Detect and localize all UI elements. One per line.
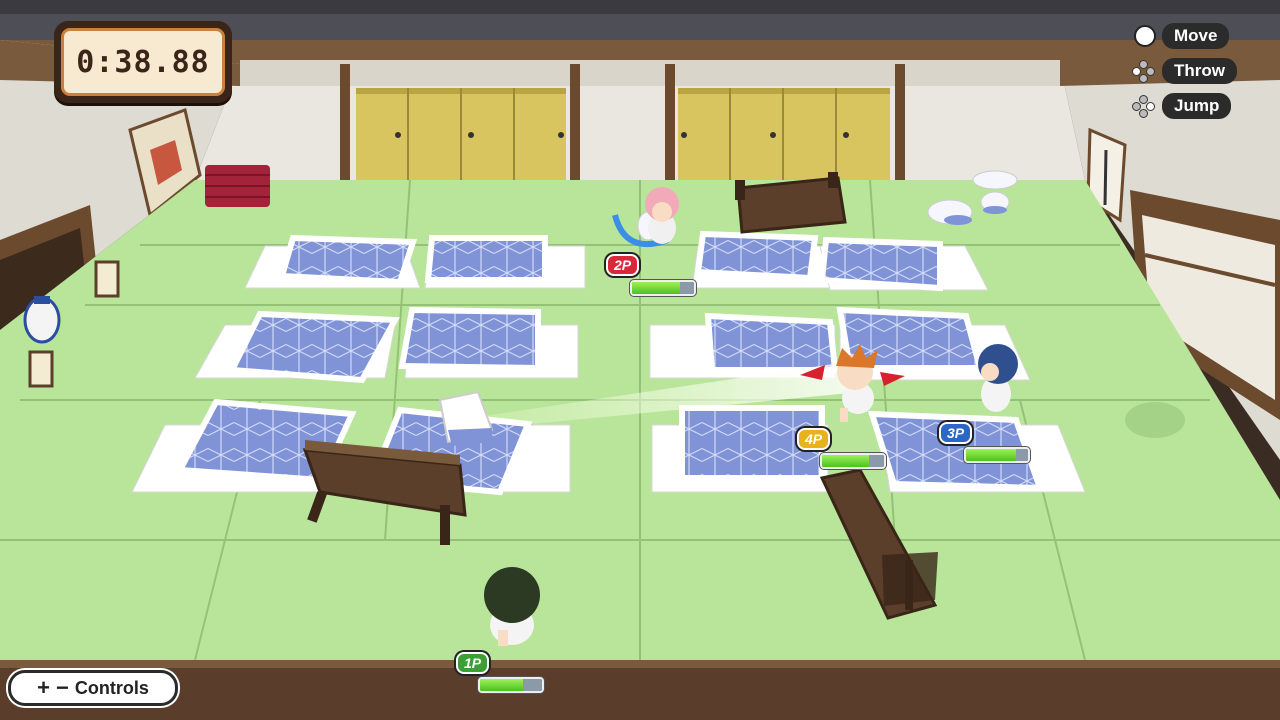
dpad-button-icon xyxy=(1132,95,1155,118)
player-1-health-bar xyxy=(478,677,544,693)
cushion-stack xyxy=(205,165,270,207)
controls-label: Controls xyxy=(74,677,149,698)
round-timer: 0:38.88 xyxy=(54,21,232,103)
hint-move-label: Move xyxy=(1162,23,1230,49)
player-4-health-bar xyxy=(820,453,886,469)
timer-value: 0:38.88 xyxy=(76,44,210,80)
hint-throw-label: Throw xyxy=(1162,58,1237,84)
player-3-tag: 3P xyxy=(939,422,973,444)
futon xyxy=(244,234,421,289)
player-3-health-bar xyxy=(964,447,1030,463)
hint-throw: Throw xyxy=(1132,58,1237,84)
timer-display: 0:38.88 xyxy=(61,28,225,96)
player-4-tag: 4P xyxy=(797,428,831,450)
hint-move: Move xyxy=(1132,23,1230,49)
room-background xyxy=(0,0,1280,720)
controls-button[interactable]: + − Controls xyxy=(8,670,178,706)
player-2-tag: 2P xyxy=(606,254,640,276)
hint-jump-label: Jump xyxy=(1162,93,1232,119)
minus-icon: − xyxy=(56,675,69,700)
futon xyxy=(691,230,833,289)
player-2-health-bar xyxy=(630,280,696,296)
game-scene xyxy=(0,0,1280,720)
futon xyxy=(424,235,586,289)
plus-icon: + xyxy=(37,675,50,700)
futon xyxy=(818,236,989,292)
player-1-tag: 1P xyxy=(456,652,490,674)
dpad-button-icon xyxy=(1132,60,1155,83)
hint-jump: Jump xyxy=(1132,93,1232,119)
analog-stick-icon xyxy=(1132,25,1156,47)
